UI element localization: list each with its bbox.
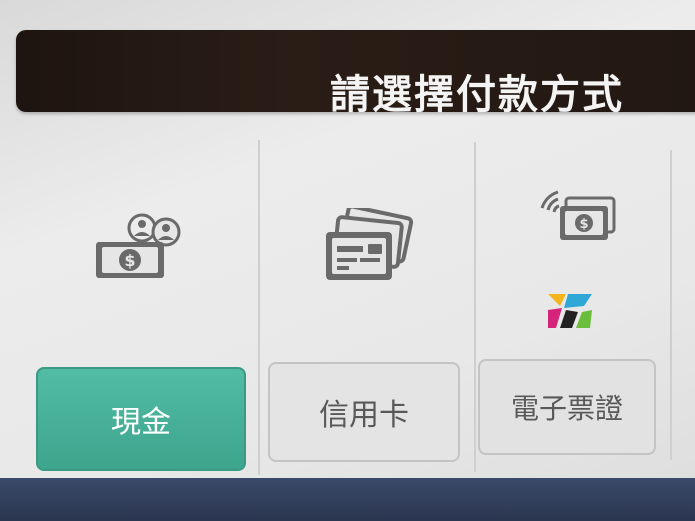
credit-card-button[interactable]: 信用卡 — [268, 362, 460, 462]
svg-text:$: $ — [579, 217, 588, 232]
page-title: 請選擇付款方式 — [330, 72, 624, 118]
svg-text:$: $ — [124, 251, 135, 270]
cash-button[interactable]: 現金 — [36, 367, 246, 471]
bottom-bar — [0, 478, 695, 521]
easycard-logo-icon — [548, 294, 592, 328]
cash-icon: $ — [96, 213, 181, 278]
credit-card-icon — [326, 208, 414, 280]
column-divider — [258, 140, 260, 475]
e-ticket-button-label: 電子票證 — [510, 392, 623, 425]
contactless-payment-icon: $ — [540, 190, 616, 240]
cash-button-label: 現金 — [111, 405, 171, 440]
column-divider — [670, 150, 672, 460]
e-ticket-button[interactable]: 電子票證 — [478, 359, 656, 455]
credit-card-button-label: 信用卡 — [319, 398, 409, 433]
column-divider — [474, 142, 476, 472]
